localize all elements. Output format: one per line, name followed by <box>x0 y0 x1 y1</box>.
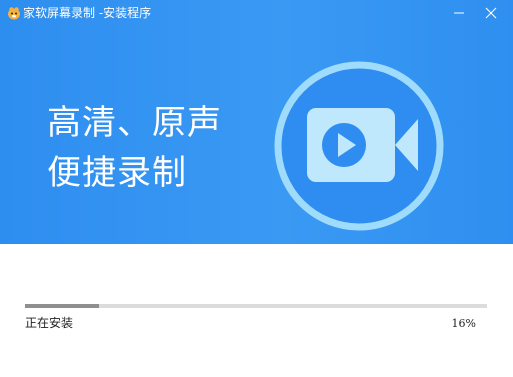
video-camera-icon <box>274 61 444 231</box>
minimize-button[interactable] <box>442 0 476 26</box>
title-bar[interactable]: 家软屏幕录制 -安装程序 <box>0 0 513 28</box>
app-logo-icon <box>8 7 20 20</box>
install-percent-label: 16% <box>451 317 476 330</box>
window-title: 家软屏幕录制 -安装程序 <box>23 6 152 20</box>
install-progress-bar <box>25 304 487 308</box>
close-icon <box>485 7 497 19</box>
minimize-icon <box>454 12 464 14</box>
installer-window: 家软屏幕录制 -安装程序 高清、原声 便捷录制 正在安装 16% <box>0 0 513 377</box>
close-button[interactable] <box>474 0 508 26</box>
install-progress-fill <box>25 304 99 308</box>
slogan-line-1: 高清、原声 <box>47 103 222 143</box>
hero-banner: 家软屏幕录制 -安装程序 高清、原声 便捷录制 <box>0 0 513 244</box>
slogan-line-2: 便捷录制 <box>47 153 187 193</box>
install-status-label: 正在安装 <box>25 316 74 330</box>
